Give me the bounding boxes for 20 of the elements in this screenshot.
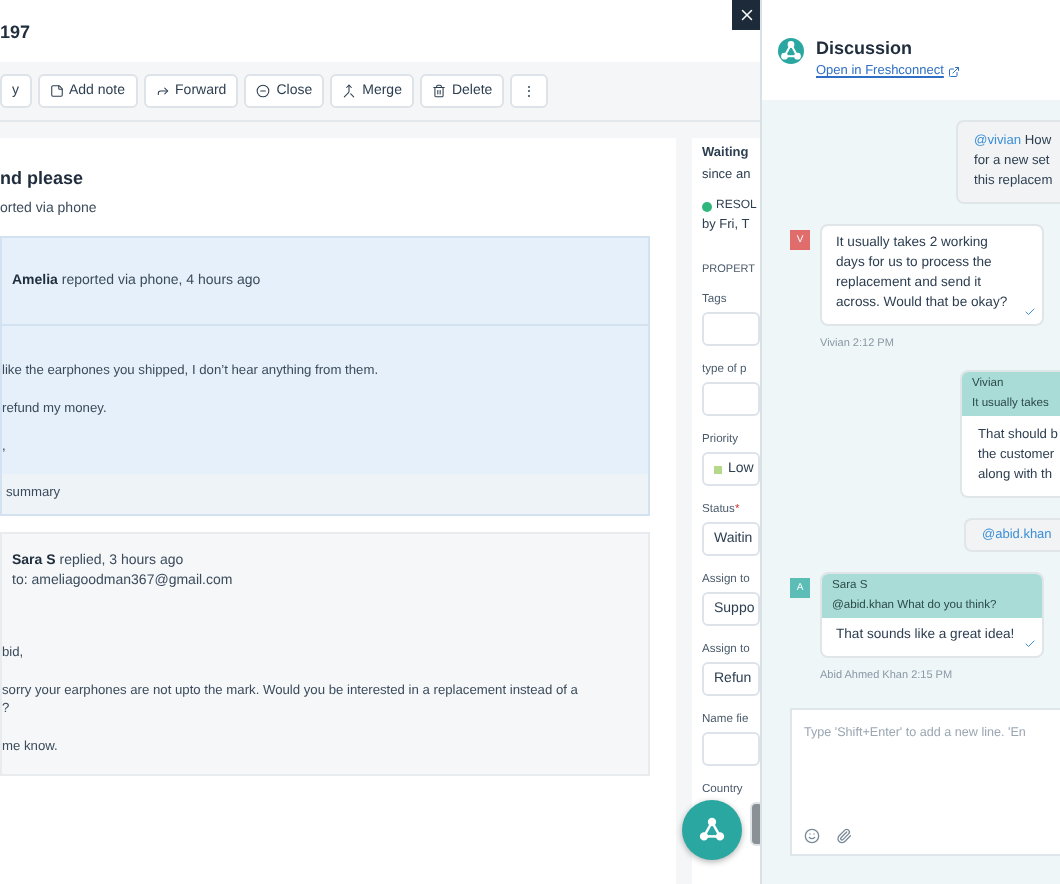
smiley-icon[interactable]	[804, 828, 820, 844]
circle-minus-icon	[256, 84, 271, 98]
property-field[interactable]	[702, 382, 760, 416]
network-icon	[696, 814, 728, 846]
merge-icon	[342, 84, 357, 98]
check-icon	[1024, 306, 1036, 319]
note-icon	[49, 84, 63, 98]
property-field[interactable]	[702, 312, 760, 346]
ticket-number: 197	[0, 21, 31, 41]
close-icon[interactable]	[732, 0, 760, 30]
forward-icon	[155, 84, 170, 98]
external-link-icon	[947, 65, 960, 77]
check-icon	[1024, 638, 1036, 651]
logo-icon	[778, 38, 804, 64]
panel-title: Discussion	[816, 38, 915, 58]
property-field[interactable]	[702, 732, 760, 766]
property-field[interactable]	[750, 802, 760, 846]
trash-icon	[431, 84, 446, 98]
paperclip-icon[interactable]	[836, 828, 852, 844]
ticket-subject: nd please	[0, 168, 86, 188]
